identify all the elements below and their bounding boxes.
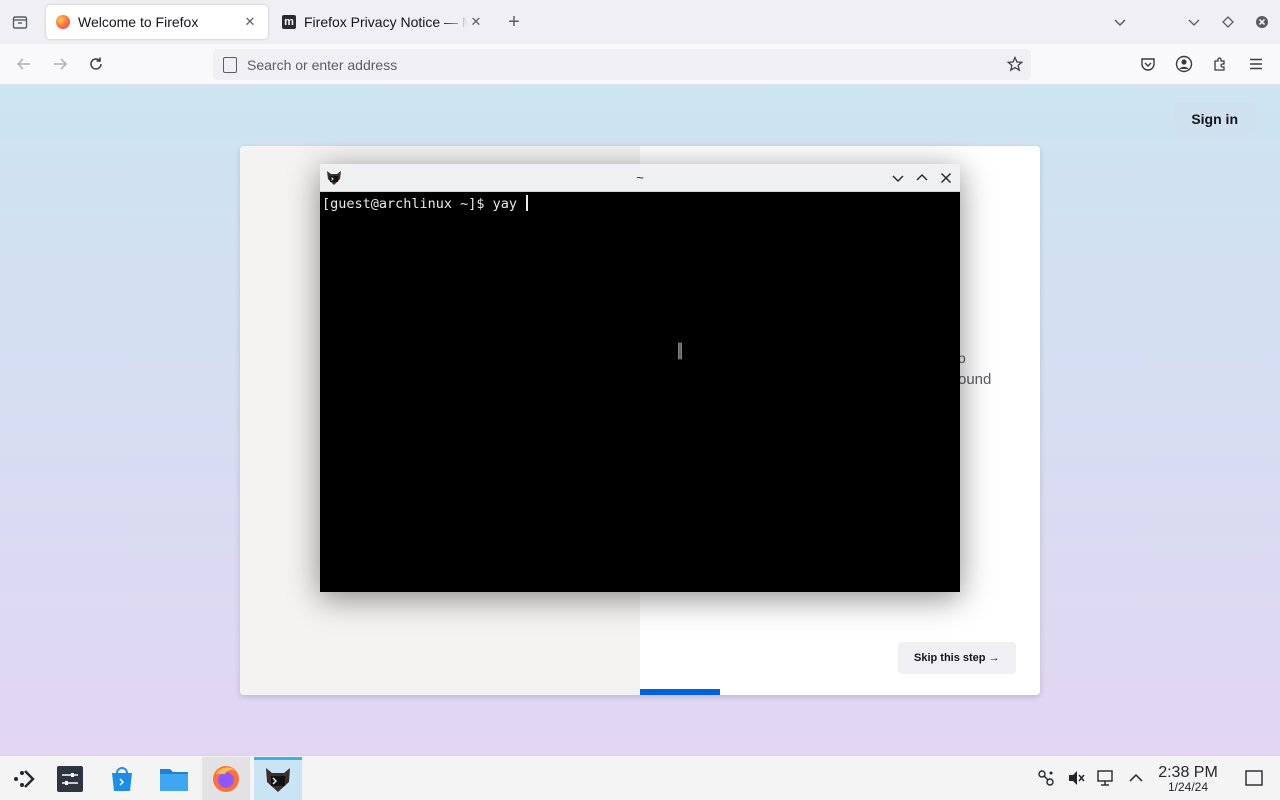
connect-icon[interactable] bbox=[1036, 768, 1056, 788]
address-input[interactable] bbox=[247, 56, 987, 73]
terminal-title: ~ bbox=[636, 170, 644, 185]
skip-this-step-button[interactable]: Skip this step → bbox=[898, 642, 1016, 674]
terminal-command-text: [guest@archlinux ~]$ yay bbox=[322, 196, 526, 212]
page-icon bbox=[223, 56, 237, 73]
file-manager-icon[interactable] bbox=[150, 757, 198, 800]
terminal-window[interactable]: ~ [guest@archlinux ~]$ yay bbox=[320, 164, 960, 592]
show-desktop-icon[interactable] bbox=[1244, 768, 1264, 788]
close-icon[interactable] bbox=[938, 170, 954, 186]
firefox-taskbar-icon[interactable] bbox=[202, 757, 250, 800]
tab-close-icon[interactable]: ✕ bbox=[242, 14, 258, 30]
ibeam-cursor-icon bbox=[676, 341, 684, 361]
taskbar: 2:38 PM 1/24/24 bbox=[0, 755, 1280, 800]
terminal-titlebar[interactable]: ~ bbox=[320, 164, 960, 192]
network-icon[interactable] bbox=[1096, 768, 1116, 788]
window-minimize-icon[interactable] bbox=[1180, 8, 1208, 36]
tab-close-icon[interactable]: ✕ bbox=[468, 14, 484, 30]
hamburger-menu-icon[interactable] bbox=[1242, 50, 1270, 78]
window-close-icon[interactable] bbox=[1248, 8, 1276, 36]
tab-firefox-privacy-notice[interactable]: m Firefox Privacy Notice — M ✕ bbox=[272, 5, 494, 39]
app-launcher-icon[interactable] bbox=[0, 757, 48, 800]
discover-store-icon[interactable] bbox=[98, 757, 146, 800]
tab-title: Firefox Privacy Notice — M bbox=[304, 14, 468, 30]
address-bar[interactable] bbox=[213, 49, 1031, 80]
list-all-tabs-icon[interactable] bbox=[1106, 8, 1134, 36]
bookmark-star-icon[interactable] bbox=[1006, 56, 1024, 77]
clock-time: 2:38 PM bbox=[1158, 764, 1218, 781]
window-maximize-icon[interactable] bbox=[1214, 8, 1242, 36]
digital-clock[interactable]: 2:38 PM 1/24/24 bbox=[1152, 764, 1224, 794]
show-hidden-icons-chevron-up-icon[interactable] bbox=[1126, 768, 1146, 788]
tab-title: Welcome to Firefox bbox=[78, 14, 199, 30]
maximize-icon[interactable] bbox=[914, 170, 930, 186]
minimize-icon[interactable] bbox=[890, 170, 906, 186]
terminal-output[interactable]: [guest@archlinux ~]$ yay bbox=[320, 192, 960, 592]
mozilla-favicon-icon: m bbox=[282, 15, 296, 29]
reload-icon[interactable] bbox=[82, 50, 110, 78]
navigation-toolbar bbox=[0, 44, 1280, 85]
tab-strip: Welcome to Firefox ✕ m Firefox Privacy N… bbox=[0, 0, 1280, 44]
sign-in-button[interactable]: Sign in bbox=[1173, 103, 1256, 135]
pocket-icon[interactable] bbox=[1134, 50, 1162, 78]
firefox-view-icon[interactable] bbox=[6, 8, 34, 36]
system-settings-icon[interactable] bbox=[46, 757, 94, 800]
clock-date: 1/24/24 bbox=[1167, 780, 1209, 794]
firefox-favicon-icon bbox=[56, 15, 70, 29]
onboarding-text: ound bbox=[958, 371, 992, 388]
volume-muted-icon[interactable] bbox=[1066, 768, 1086, 788]
text-cursor bbox=[526, 195, 529, 211]
terminal-prompt-line: [guest@archlinux ~]$ yay bbox=[322, 195, 958, 212]
back-arrow-icon[interactable] bbox=[10, 50, 38, 78]
tab-welcome-to-firefox[interactable]: Welcome to Firefox ✕ bbox=[46, 5, 268, 39]
extensions-puzzle-icon[interactable] bbox=[1206, 50, 1234, 78]
account-icon[interactable] bbox=[1170, 50, 1198, 78]
onboarding-progress-bar bbox=[640, 689, 720, 695]
forward-arrow-icon[interactable] bbox=[46, 50, 74, 78]
new-tab-button[interactable]: + bbox=[500, 8, 528, 36]
konsole-taskbar-icon[interactable] bbox=[254, 757, 302, 800]
